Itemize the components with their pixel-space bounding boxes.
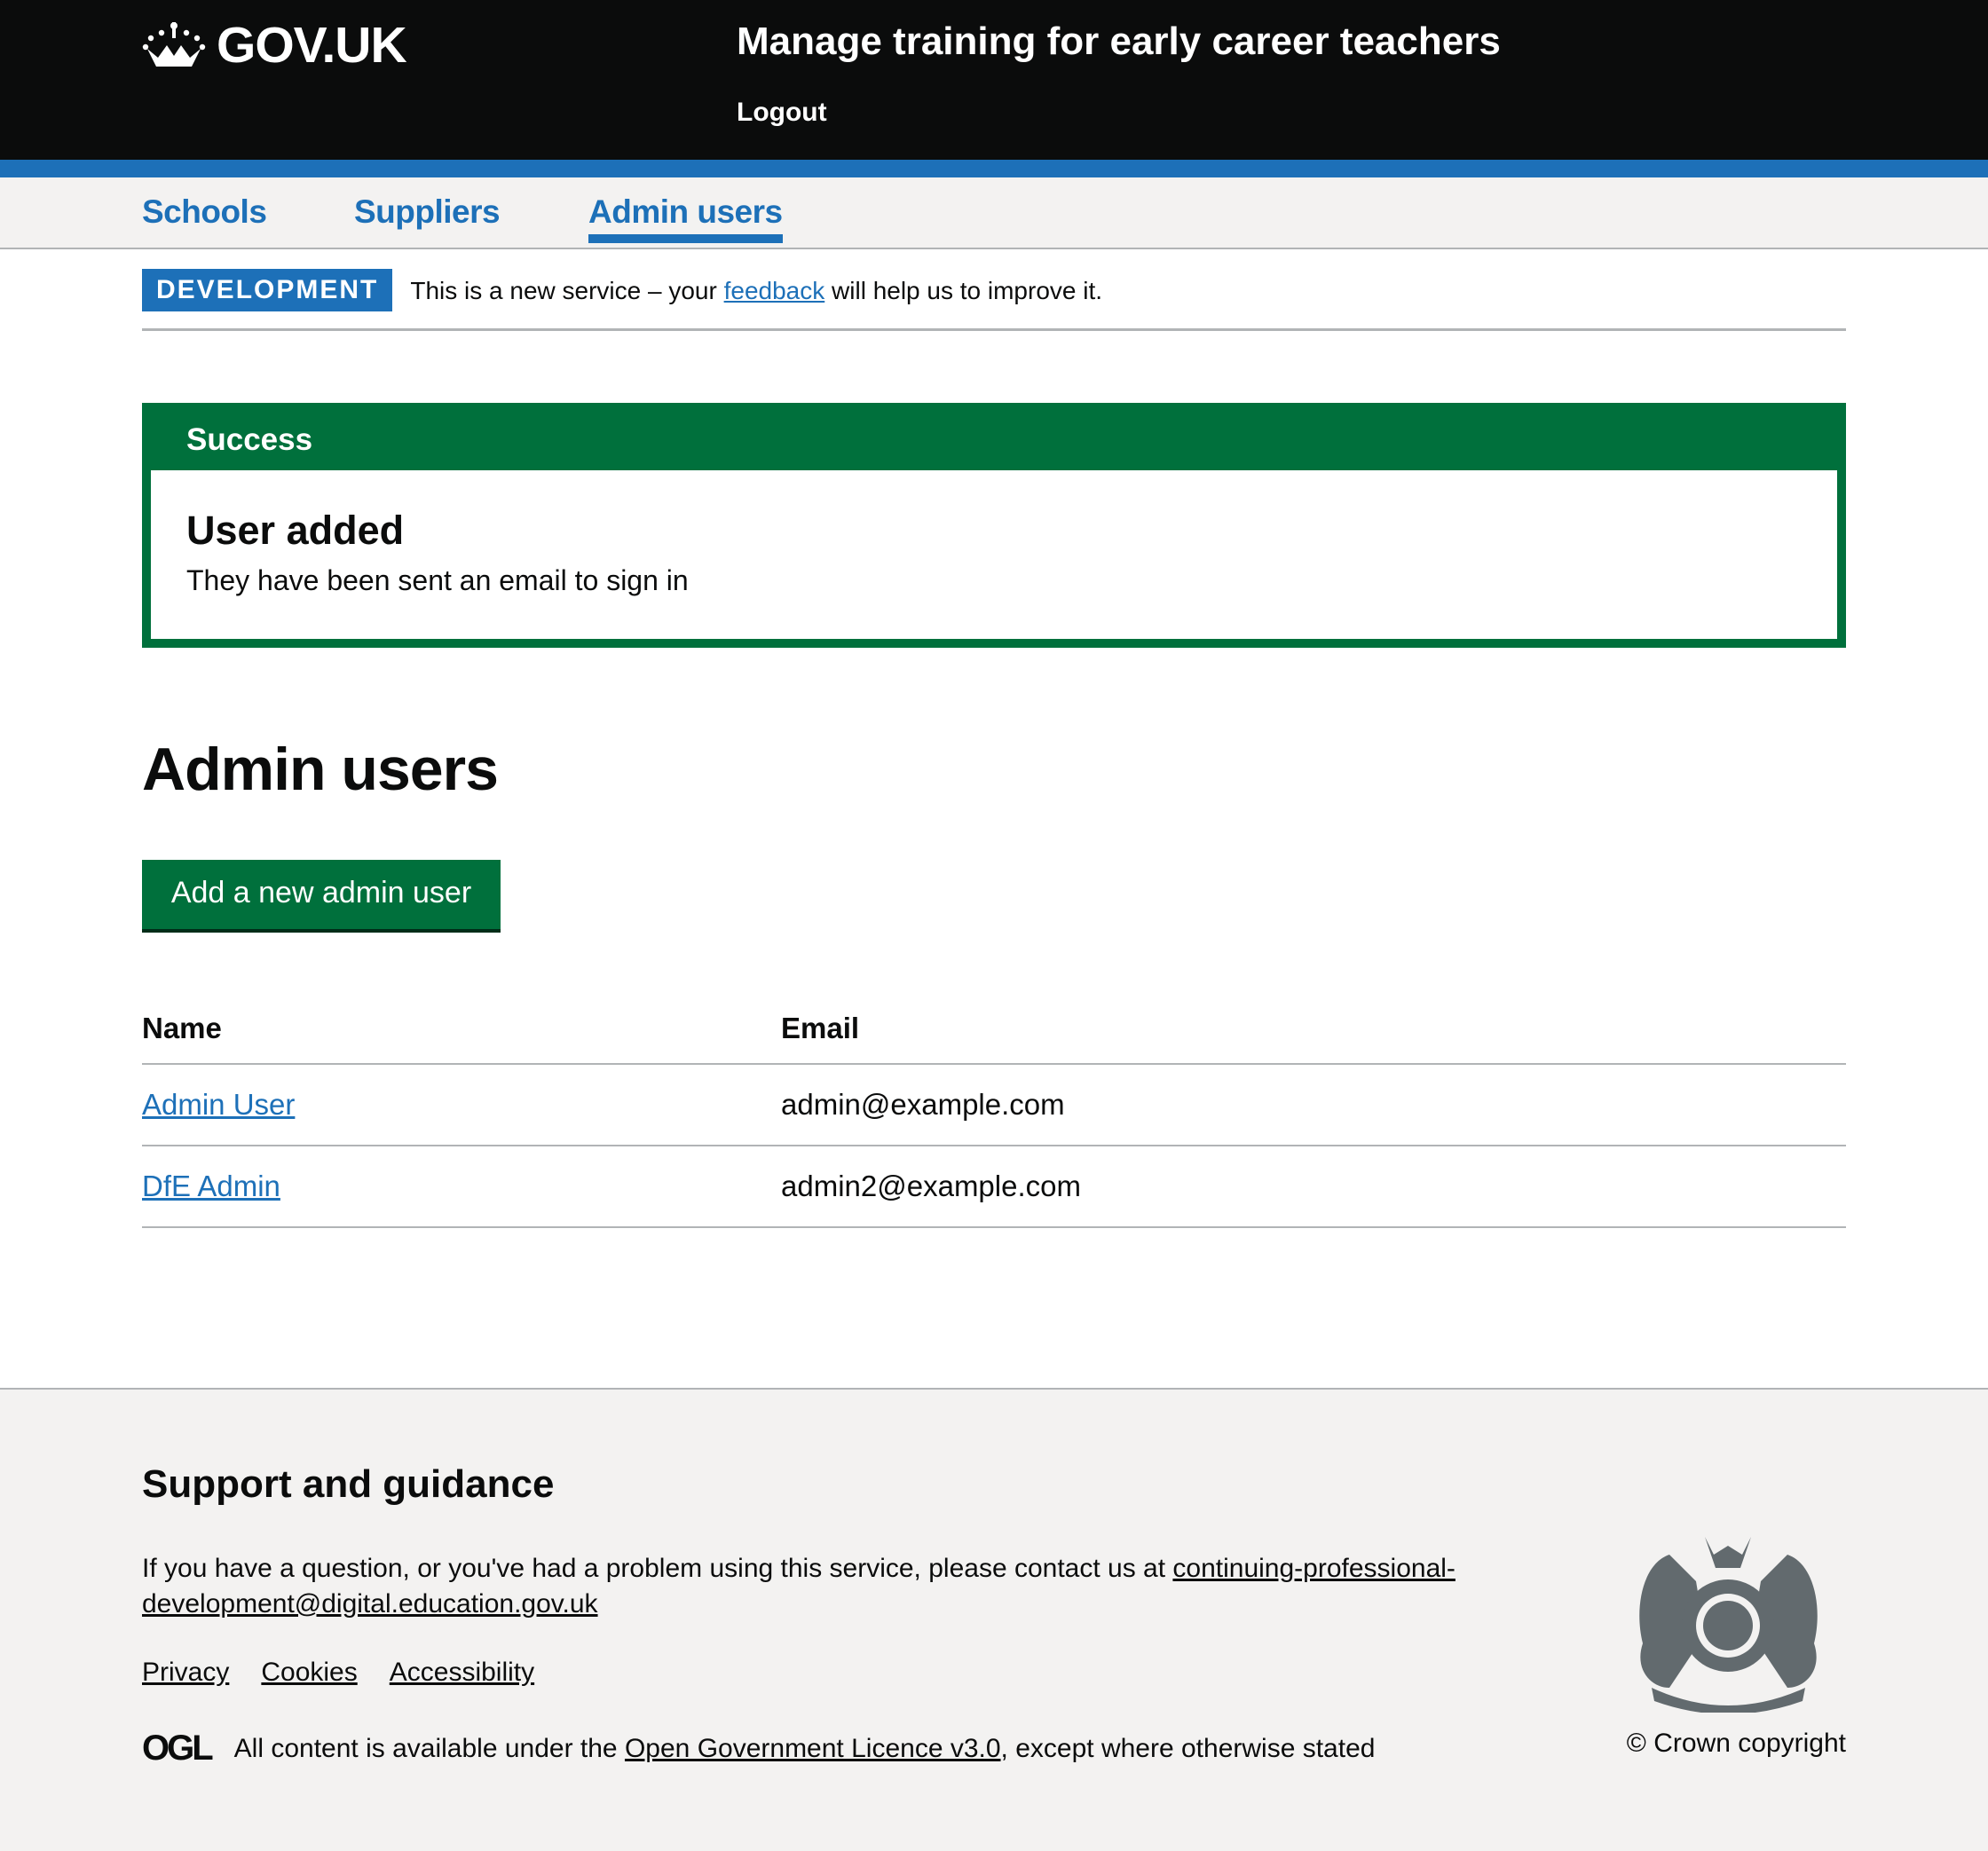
logout-link[interactable]: Logout — [737, 98, 827, 128]
user-name-link[interactable]: Admin User — [142, 1088, 295, 1121]
table-row: Admin User admin@example.com — [142, 1064, 1846, 1146]
nav-item-schools[interactable]: Schools — [142, 193, 267, 231]
phase-text-before: This is a new service – your — [410, 277, 724, 304]
table-row: DfE Admin admin2@example.com — [142, 1146, 1846, 1228]
footer: Support and guidance If you have a quest… — [0, 1388, 1988, 1851]
footer-links: Privacy Cookies Accessibility — [142, 1658, 534, 1688]
phase-banner: DEVELOPMENT This is a new service – your… — [142, 269, 1846, 331]
header-underline — [0, 160, 1988, 177]
add-admin-user-button[interactable]: Add a new admin user — [142, 860, 501, 929]
notification-body: They have been sent an email to sign in — [186, 564, 689, 596]
support-text-body: If you have a question, or you've had a … — [142, 1554, 1173, 1583]
licence: OGL All content is available under the O… — [142, 1729, 1375, 1768]
header: GOV.UK Manage training for early career … — [0, 0, 1988, 160]
licence-link[interactable]: Open Government Licence v3.0 — [625, 1734, 1001, 1764]
notification-heading: User added — [186, 508, 405, 553]
govuk-logo-link[interactable]: GOV.UK — [142, 16, 407, 75]
nav-item-admin-users[interactable]: Admin users — [588, 193, 783, 243]
column-header-email: Email — [781, 994, 1846, 1065]
feedback-link[interactable]: feedback — [724, 277, 825, 304]
notification-title: Success — [151, 412, 1837, 470]
footer-heading: Support and guidance — [142, 1462, 555, 1506]
licence-text-after: , except where otherwise stated — [1000, 1733, 1376, 1763]
user-email: admin2@example.com — [781, 1146, 1846, 1228]
primary-navigation: Schools Suppliers Admin users — [0, 177, 1988, 249]
phase-tag: DEVELOPMENT — [142, 269, 393, 311]
support-text: If you have a question, or you've had a … — [142, 1551, 1526, 1622]
admin-users-table: Name Email Admin User admin@example.com … — [142, 994, 1846, 1228]
page-title: Admin users — [142, 736, 499, 803]
royal-coat-of-arms-icon[interactable] — [1616, 1528, 1841, 1717]
ogl-logo-icon: OGL — [142, 1729, 214, 1768]
footer-link-accessibility[interactable]: Accessibility — [390, 1658, 534, 1688]
licence-text-before: All content is available under the — [233, 1733, 618, 1763]
user-name-link[interactable]: DfE Admin — [142, 1170, 280, 1202]
crown-icon — [142, 22, 206, 67]
nav-item-suppliers[interactable]: Suppliers — [354, 193, 501, 231]
phase-text-after: will help us to improve it. — [824, 277, 1103, 304]
service-name[interactable]: Manage training for early career teacher… — [737, 20, 1501, 64]
footer-link-cookies[interactable]: Cookies — [261, 1658, 357, 1688]
user-email: admin@example.com — [781, 1064, 1846, 1146]
phase-text: This is a new service – your feedback wi… — [410, 277, 1102, 305]
success-notification-banner: Success User added They have been sent a… — [142, 403, 1846, 648]
logo-text: GOV.UK — [217, 17, 407, 74]
column-header-name: Name — [142, 994, 781, 1065]
footer-link-privacy[interactable]: Privacy — [142, 1658, 229, 1688]
crown-copyright[interactable]: © Crown copyright — [1627, 1729, 1846, 1759]
